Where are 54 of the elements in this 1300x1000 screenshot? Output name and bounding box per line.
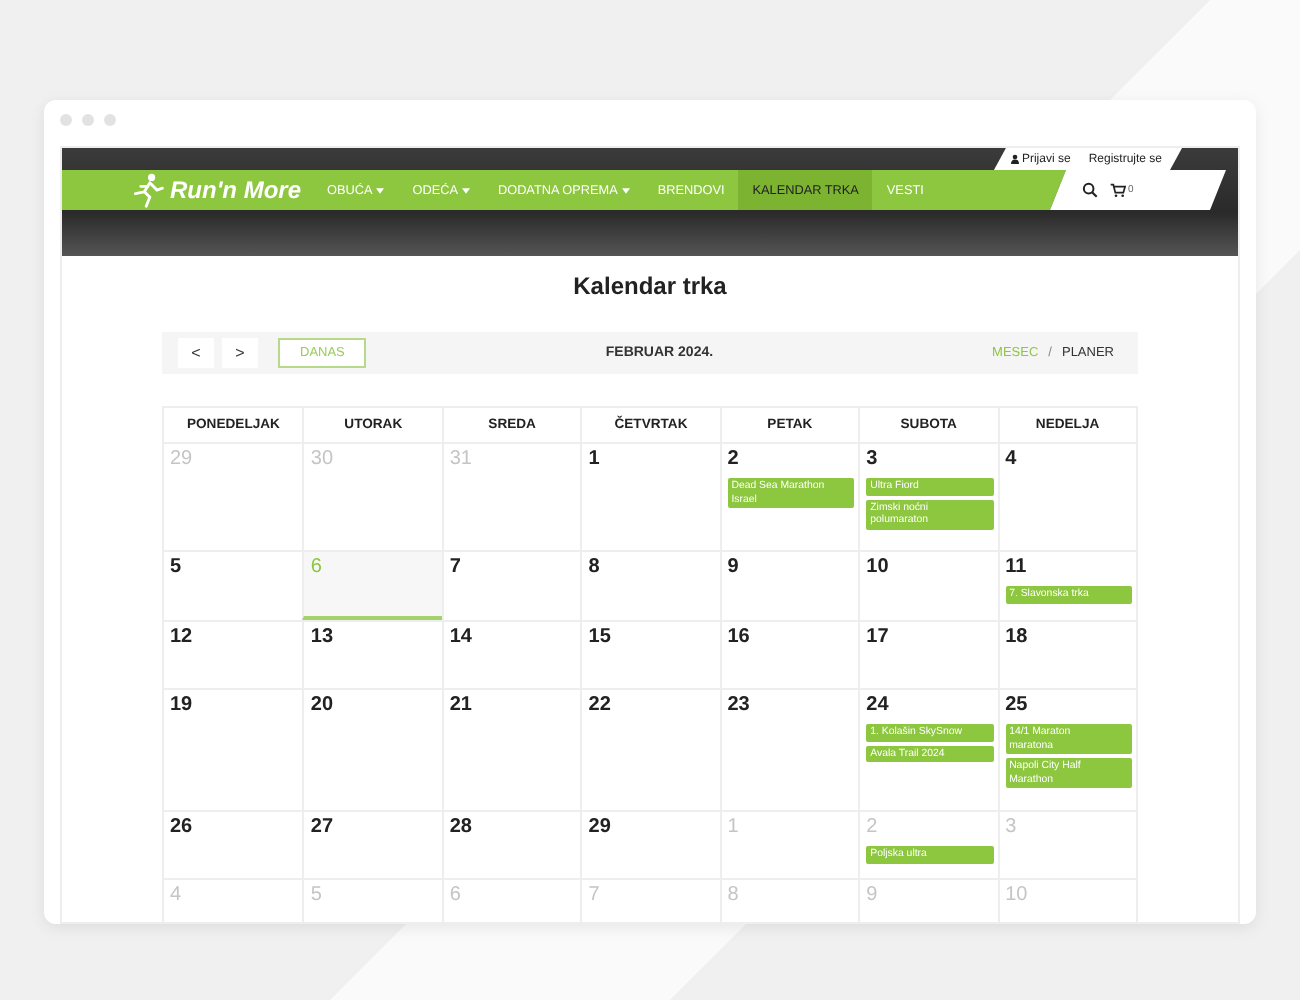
day-number: 3 [1005, 816, 1019, 838]
day-number: 16 [727, 626, 752, 648]
person-icon [1009, 154, 1020, 164]
day-number: 13 [310, 626, 336, 648]
day-number: 27 [310, 816, 336, 838]
day-number: 2 [866, 816, 880, 838]
day-number: 29 [588, 816, 613, 838]
day-number: 10 [866, 556, 891, 578]
day-number: 4 [1005, 448, 1019, 470]
day-number: 24 [866, 694, 891, 716]
day-number: 6 [310, 556, 324, 578]
day-number: 10 [1005, 884, 1030, 906]
day-number: 18 [1005, 626, 1030, 648]
day-number: 19 [170, 694, 195, 716]
day-number: 25 [1005, 694, 1030, 716]
logo-text: Run'n More [170, 176, 302, 204]
day-number: 15 [588, 626, 613, 648]
day-number: 2 [727, 448, 741, 470]
day-number: 9 [866, 884, 880, 906]
search-icon[interactable] [1082, 182, 1098, 198]
day-number: 31 [449, 448, 474, 470]
page-title: Kalendar trka [571, 272, 729, 304]
day-number: 11 [1005, 556, 1029, 578]
day-number: 3 [866, 448, 880, 470]
window-dot-icon [82, 114, 94, 126]
day-number: 7 [588, 884, 602, 906]
day-number: 23 [727, 694, 752, 716]
runner-icon [130, 172, 166, 208]
logo[interactable]: Run'n More [130, 170, 302, 210]
day-number: 28 [449, 816, 474, 838]
day-number: 6 [449, 884, 463, 906]
next-button[interactable]: > [222, 338, 258, 368]
day-number: 5 [170, 556, 184, 578]
cart-icon[interactable] [1110, 182, 1126, 198]
day-number: 22 [588, 694, 613, 716]
day-number: 30 [310, 448, 336, 470]
day-number: 7 [449, 556, 463, 578]
day-number: 1 [588, 448, 602, 470]
window-dot-icon [60, 114, 72, 126]
day-number: 21 [449, 694, 474, 716]
day-number: 8 [727, 884, 741, 906]
day-number: 20 [310, 694, 336, 716]
day-number: 17 [866, 626, 891, 648]
day-number: 1 [727, 816, 741, 838]
window-dot-icon [104, 114, 116, 126]
day-number: 5 [310, 884, 324, 906]
day-number: 14 [449, 626, 474, 648]
day-number: 12 [170, 626, 195, 648]
day-number: 4 [170, 884, 184, 906]
day-number: 26 [170, 816, 195, 838]
day-number: 8 [588, 556, 602, 578]
previous-button[interactable]: < [178, 338, 214, 368]
day-number: 29 [170, 448, 195, 470]
day-number: 9 [727, 556, 741, 578]
